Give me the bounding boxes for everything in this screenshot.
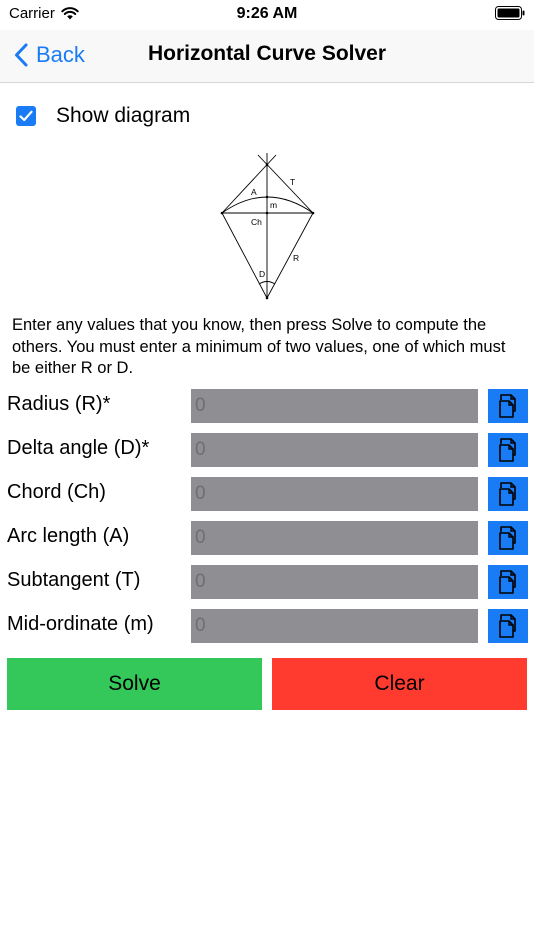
field-row-mid-ordinate: Mid-ordinate (m) bbox=[0, 609, 534, 643]
instructions-text: Enter any values that you know, then pre… bbox=[12, 316, 506, 377]
show-diagram-toggle[interactable]: Show diagram bbox=[16, 104, 190, 128]
arc-length-label: Arc length (A) bbox=[7, 525, 130, 547]
status-bar: Carrier 9:26 AM bbox=[0, 0, 534, 30]
subtangent-paste-button[interactable] bbox=[488, 565, 528, 599]
delta-angle-label: Delta angle (D)* bbox=[7, 437, 150, 459]
curve-diagram: A T m Ch R D bbox=[220, 153, 315, 300]
subtangent-label: Subtangent (T) bbox=[7, 569, 141, 591]
field-row-chord: Chord (Ch) bbox=[0, 477, 534, 511]
chord-label: Chord (Ch) bbox=[7, 481, 106, 503]
paste-icon bbox=[499, 614, 516, 638]
radius-label: Radius (R)* bbox=[7, 393, 111, 415]
chord-paste-button[interactable] bbox=[488, 477, 528, 511]
paste-icon bbox=[499, 526, 516, 550]
status-time: 9:26 AM bbox=[236, 5, 298, 22]
paste-icon bbox=[499, 570, 516, 594]
arc-length-input[interactable] bbox=[191, 521, 478, 555]
solve-button[interactable]: Solve bbox=[7, 658, 262, 710]
paste-icon bbox=[499, 482, 516, 506]
diagram-tangent-right bbox=[257, 154, 314, 214]
paste-icon bbox=[499, 394, 516, 418]
diagram-tangent-left bbox=[221, 154, 277, 214]
show-diagram-label: Show diagram bbox=[56, 104, 191, 127]
mid-ordinate-label: Mid-ordinate (m) bbox=[7, 613, 154, 635]
diagram-label-ch: Ch bbox=[251, 217, 262, 227]
delta-angle-input[interactable] bbox=[191, 433, 478, 467]
show-diagram-checkbox[interactable] bbox=[16, 106, 36, 126]
chord-input[interactable] bbox=[191, 477, 478, 511]
mid-ordinate-input[interactable] bbox=[191, 609, 478, 643]
paste-icon bbox=[499, 438, 516, 462]
diagram-radius-right bbox=[266, 212, 314, 299]
field-row-delta-angle: Delta angle (D)* bbox=[0, 433, 534, 467]
diagram-label-t: T bbox=[290, 177, 295, 187]
page-title: Horizontal Curve Solver bbox=[147, 42, 387, 65]
field-row-radius: Radius (R)* bbox=[0, 389, 534, 423]
navigation-bar: Back Horizontal Curve Solver bbox=[0, 30, 534, 83]
diagram-label-a: A bbox=[251, 187, 257, 197]
diagram-label-d: D bbox=[259, 269, 265, 279]
battery-icon bbox=[495, 6, 525, 20]
field-row-arc-length: Arc length (A) bbox=[0, 521, 534, 555]
arc-length-paste-button[interactable] bbox=[488, 521, 528, 555]
radius-input[interactable] bbox=[191, 389, 478, 423]
diagram-label-r: R bbox=[293, 253, 299, 263]
subtangent-input[interactable] bbox=[191, 565, 478, 599]
diagram-arc bbox=[221, 196, 314, 214]
mid-ordinate-paste-button[interactable] bbox=[488, 609, 528, 643]
checkmark-icon bbox=[19, 110, 33, 122]
field-row-subtangent: Subtangent (T) bbox=[0, 565, 534, 599]
clear-button[interactable]: Clear bbox=[272, 658, 527, 710]
diagram-label-m: m bbox=[270, 200, 277, 210]
delta-angle-paste-button[interactable] bbox=[488, 433, 528, 467]
radius-paste-button[interactable] bbox=[488, 389, 528, 423]
